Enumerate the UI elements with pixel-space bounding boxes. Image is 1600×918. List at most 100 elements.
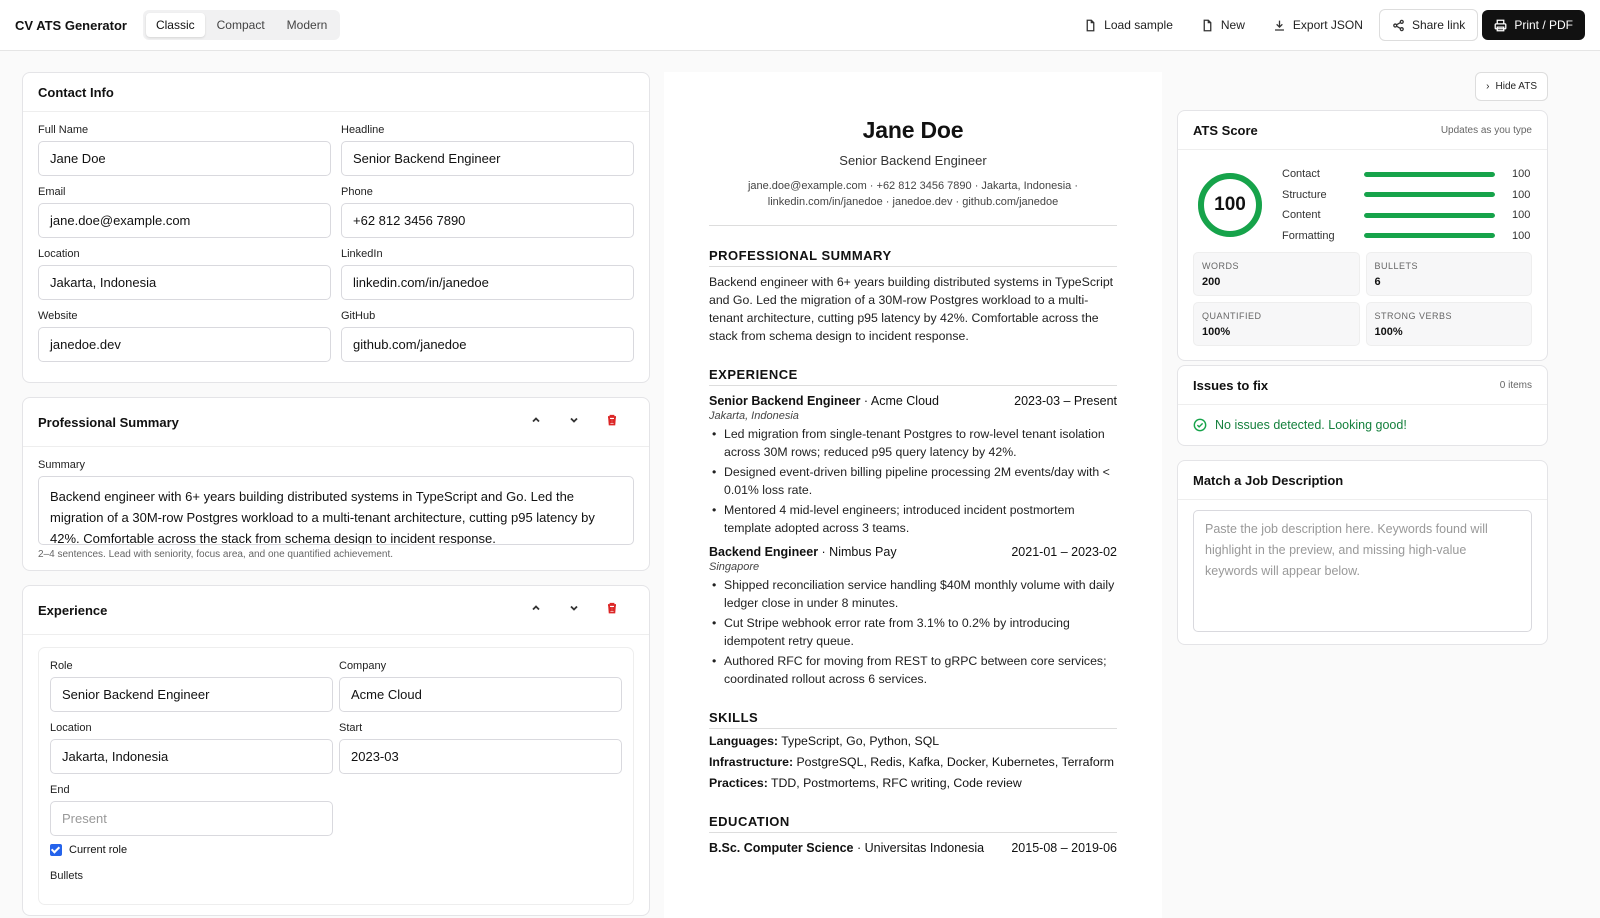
issues-message: No issues detected. Looking good! [1215, 418, 1407, 432]
check-circle-icon [1193, 418, 1207, 432]
preview-education-dates: 2015-08 – 2019-06 [1011, 841, 1117, 855]
breakdown-value: 100 [1512, 188, 1531, 201]
breakdown-row: Content 100 [1282, 205, 1532, 226]
current-role-checkbox[interactable] [50, 844, 62, 856]
chevron-up-icon[interactable] [530, 602, 546, 618]
location-label: Location [38, 248, 80, 260]
stat-key: BULLETS [1374, 261, 1419, 271]
preview-job: Backend Engineer · Nimbus Pay 2021-01 – … [709, 545, 1117, 688]
skill-values: TypeScript, Go, Python, SQL [778, 734, 940, 748]
trash-icon[interactable] [606, 414, 622, 430]
template-compact[interactable]: Compact [207, 13, 275, 37]
chevron-up-icon[interactable] [530, 414, 546, 430]
breakdown-value: 100 [1512, 229, 1531, 242]
stat-value: 100% [1202, 326, 1231, 338]
preview-job-role: Senior Backend Engineer [709, 394, 861, 408]
email-input[interactable]: jane.doe@example.com [38, 203, 331, 238]
preview-job-dates: 2023-03 – Present [1014, 394, 1117, 408]
score-value: 100 [1214, 194, 1246, 215]
hide-ats-button[interactable]: › Hide ATS [1475, 72, 1548, 101]
job-match-heading: Match a Job Description [1193, 472, 1344, 488]
new-button[interactable]: New [1189, 10, 1257, 40]
issues-count: 0 items [1499, 379, 1532, 391]
exp-location-input[interactable]: Jakarta, Indonesia [50, 739, 333, 774]
summary-card-header: Professional Summary [23, 398, 649, 447]
template-classic[interactable]: Classic [145, 13, 205, 37]
linkedin-input[interactable]: linkedin.com/in/janedoe [341, 265, 634, 300]
headline-input[interactable]: Senior Backend Engineer [341, 141, 634, 176]
location-input[interactable]: Jakarta, Indonesia [38, 265, 331, 300]
printer-icon [1494, 19, 1507, 31]
breakdown-row: Structure 100 [1282, 185, 1532, 206]
template-modern[interactable]: Modern [277, 13, 338, 37]
preview-skill-row: Practices: TDD, Postmortems, RFC writing… [709, 774, 1117, 792]
company-input[interactable]: Acme Cloud [339, 677, 622, 712]
print-pdf-label: Print / PDF [1514, 18, 1573, 32]
summary-label: Summary [38, 459, 86, 471]
experience-card: Experience Role Senior Backend Engineer … [22, 585, 650, 916]
preview-summary-heading: PROFESSIONAL SUMMARY [709, 248, 1117, 267]
preview-degree: B.Sc. Computer Science [709, 841, 854, 855]
ats-score-heading: ATS Score [1193, 122, 1258, 138]
load-sample-button[interactable]: Load sample [1072, 10, 1185, 40]
ats-score-subtitle: Updates as you type [1440, 124, 1532, 136]
new-file-icon [1203, 19, 1212, 31]
summary-card: Professional Summary Summary Backend eng… [22, 397, 650, 571]
stat-key: QUANTIFIED [1202, 311, 1262, 321]
preview-name: Jane Doe [862, 117, 964, 143]
print-pdf-button[interactable]: Print / PDF [1482, 10, 1585, 40]
chevron-right-icon: › [1486, 81, 1490, 92]
file-icon [1086, 19, 1095, 31]
end-input[interactable]: Present [50, 801, 333, 836]
breakdown-bar [1364, 212, 1495, 218]
share-link-button[interactable]: Share link [1378, 9, 1479, 41]
stat-value: 100% [1374, 326, 1403, 338]
summary-heading: Professional Summary [38, 414, 179, 430]
phone-input[interactable]: +62 812 3456 7890 [341, 203, 634, 238]
preview-education-heading: EDUCATION [709, 814, 1117, 833]
job-description-textarea[interactable]: Paste the job description here. Keywords… [1193, 510, 1532, 632]
score-breakdown: Contact 100 Structure 100 Content 100 Forma… [1282, 164, 1532, 246]
app-title: CV ATS Generator [15, 17, 127, 33]
chevron-down-icon[interactable] [568, 602, 584, 618]
breakdown-label: Contact [1282, 168, 1320, 181]
start-label: Start [339, 722, 363, 734]
current-role-row[interactable]: Current role [50, 844, 622, 856]
preview-job-company: · Acme Cloud [860, 394, 939, 408]
start-input[interactable]: 2023-03 [339, 739, 622, 774]
breakdown-row: Formatting 100 [1282, 226, 1532, 247]
skill-values: PostgreSQL, Redis, Kafka, Docker, Kubern… [793, 755, 1115, 769]
full-name-label: Full Name [38, 124, 89, 136]
breakdown-label: Content [1282, 209, 1321, 222]
website-input[interactable]: janedoe.dev [38, 327, 331, 362]
preview-summary-text: Backend engineer with 6+ years building … [709, 275, 1114, 343]
exp-location-label: Location [50, 722, 92, 734]
experience-entry: Role Senior Backend Engineer Company Acm… [38, 647, 634, 905]
experience-heading: Experience [38, 602, 108, 618]
ats-score-card: ATS Score Updates as you type 100 Contac… [1177, 110, 1548, 361]
share-link-label: Share link [1411, 18, 1466, 32]
stat-words: WORDS 200 [1193, 252, 1360, 296]
linkedin-label: LinkedIn [341, 248, 383, 260]
editor-panel: Contact Info Full Name Jane Doe Headline… [22, 72, 650, 918]
preview-contact-line2: linkedin.com/in/janedoe · janedoe.dev · … [767, 196, 1059, 208]
export-json-button[interactable]: Export JSON [1261, 10, 1375, 40]
contact-info-card: Contact Info Full Name Jane Doe Headline… [22, 72, 650, 383]
github-input[interactable]: github.com/janedoe [341, 327, 634, 362]
breakdown-bar [1364, 233, 1495, 239]
top-bar: CV ATS Generator Classic Compact Modern … [0, 0, 1600, 51]
trash-icon[interactable] [606, 602, 622, 618]
github-label: GitHub [341, 310, 376, 322]
full-name-input[interactable]: Jane Doe [38, 141, 331, 176]
preview-job-bullet: Shipped reconciliation service handling … [709, 576, 1117, 612]
preview-job-bullet: Led migration from single-tenant Postgre… [709, 425, 1117, 461]
summary-textarea[interactable]: Backend engineer with 6+ years building … [38, 476, 634, 545]
chevron-down-icon[interactable] [568, 414, 584, 430]
score-gauge: 100 [1196, 171, 1264, 239]
company-label: Company [339, 660, 387, 672]
role-input[interactable]: Senior Backend Engineer [50, 677, 333, 712]
breakdown-value: 100 [1512, 209, 1531, 222]
preview-skill-row: Languages: TypeScript, Go, Python, SQL [709, 732, 1117, 750]
preview-divider [709, 225, 1117, 226]
preview-skill-row: Infrastructure: PostgreSQL, Redis, Kafka… [709, 753, 1117, 771]
